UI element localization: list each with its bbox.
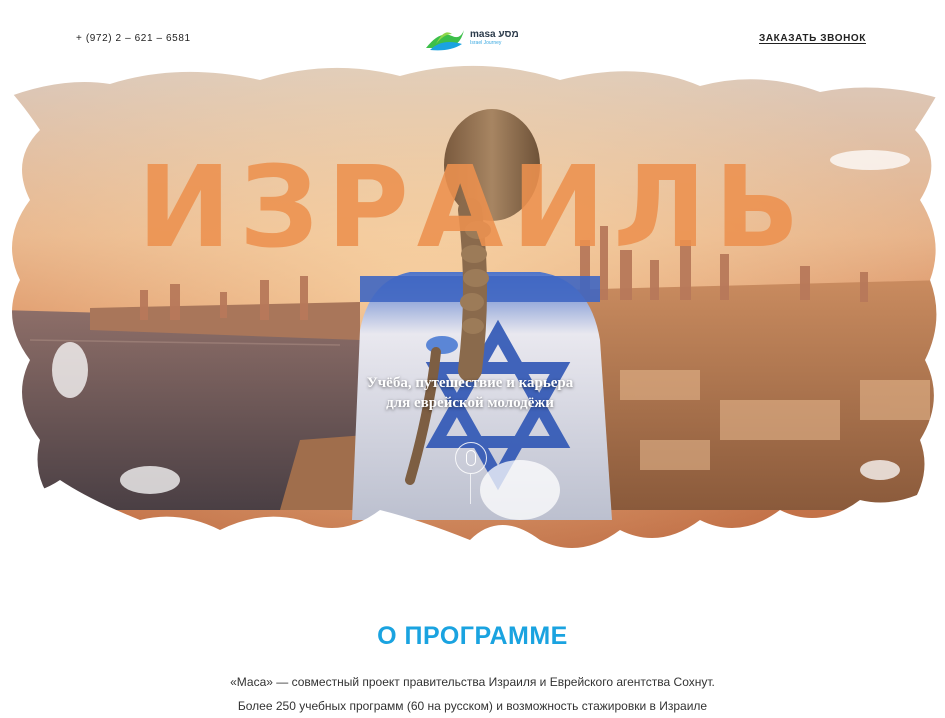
hero-photo <box>0 40 945 600</box>
mouse-scroll-icon <box>466 450 476 466</box>
logo-mark-icon <box>426 30 464 51</box>
hero-subtitle: Учёба, путешествие и карьера для еврейск… <box>320 373 620 413</box>
scroll-down-button[interactable] <box>455 442 487 504</box>
logo-subtitle: Israel Journey <box>470 40 502 46</box>
logo-brand: masa <box>470 29 496 40</box>
hero-title: ИЗРАИЛЬ <box>137 143 808 273</box>
about-title: О ПРОГРАММЕ <box>377 622 568 650</box>
hero-subtitle-line2: для еврейской молодёжи <box>386 395 554 411</box>
hero-section: ИЗРАИЛЬ Учёба, путешествие и карьера для… <box>0 40 945 600</box>
phone-link[interactable]: + (972) 2 – 621 – 6581 <box>76 33 191 44</box>
about-text: «Маса» — совместный проект правительства… <box>150 670 795 718</box>
about-text-line2: Более 250 учебных программ (60 на русско… <box>237 699 708 713</box>
logo-brand-hebrew: מסע <box>498 29 519 40</box>
callback-link[interactable]: ЗАКАЗАТЬ ЗВОНОК <box>759 33 866 44</box>
site-logo[interactable]: masa מסע Israel Journey <box>422 20 522 56</box>
about-text-line1: «Маса» — совместный проект правительства… <box>230 675 715 689</box>
site-header: + (972) 2 – 621 – 6581 masa מסע Israel J… <box>0 0 945 80</box>
hero-subtitle-line1: Учёба, путешествие и карьера <box>366 375 574 391</box>
